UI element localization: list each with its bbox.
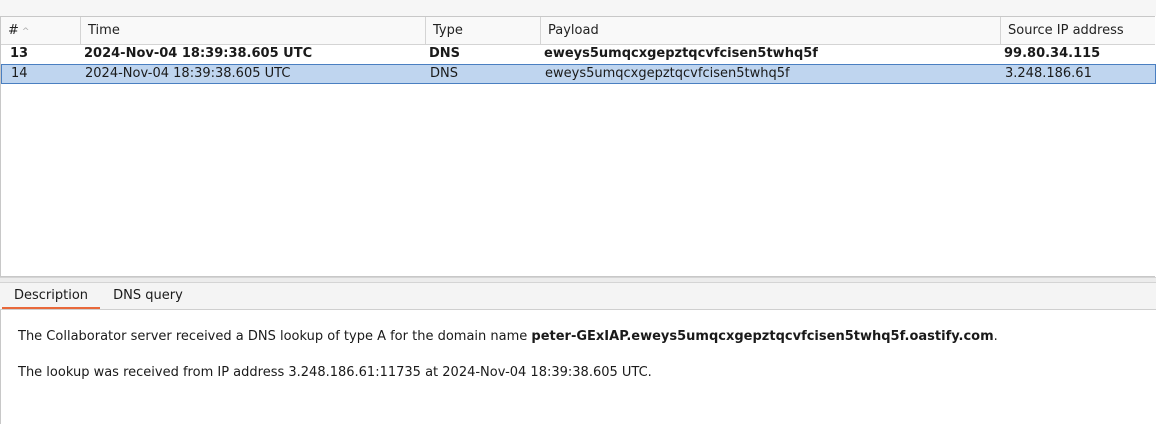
cell-number: 13: [10, 46, 29, 61]
description-line-2: The lookup was received from IP address …: [18, 365, 652, 380]
table-header: # ^ Time Type Payload Source IP address: [1, 17, 1155, 45]
sort-ascending-icon: ^: [21, 27, 30, 37]
cell-type: DNS: [429, 46, 461, 61]
domain-name: peter-GExIAP.eweys5umqcxgepztqcvfcisen5t…: [531, 329, 994, 344]
cell-payload: eweys5umqcxgepztqcvfcisen5twhq5f: [544, 46, 818, 61]
column-header-label: Source IP address: [1008, 23, 1124, 38]
description-line-1: The Collaborator server received a DNS l…: [18, 329, 998, 344]
column-header-label: Payload: [548, 23, 599, 38]
interactions-table: # ^ Time Type Payload Source IP address 1…: [0, 16, 1156, 277]
top-strip: [0, 0, 1156, 16]
column-header-source-ip[interactable]: Source IP address: [1001, 17, 1156, 44]
cell-number: 14: [11, 66, 28, 81]
cell-time: 2024-Nov-04 18:39:38.605 UTC: [85, 66, 291, 81]
cell-type: DNS: [430, 66, 458, 81]
column-header-type[interactable]: Type: [426, 17, 541, 44]
column-header-payload[interactable]: Payload: [541, 17, 1001, 44]
table-row-selected[interactable]: 14 2024-Nov-04 18:39:38.605 UTC DNS ewey…: [1, 64, 1156, 84]
tab-label: DNS query: [113, 288, 183, 303]
column-header-label: #: [8, 23, 19, 38]
cell-source-ip: 3.248.186.61: [1005, 66, 1092, 81]
tab-dns-query[interactable]: DNS query: [104, 283, 192, 309]
description-panel: The Collaborator server received a DNS l…: [0, 310, 1156, 424]
cell-payload: eweys5umqcxgepztqcvfcisen5twhq5f: [545, 66, 790, 81]
table-row[interactable]: 13 2024-Nov-04 18:39:38.605 UTC DNS ewey…: [1, 44, 1156, 64]
tab-label: Description: [13, 288, 89, 303]
tab-description[interactable]: Description: [2, 283, 100, 309]
description-text: .: [993, 329, 998, 344]
column-header-time[interactable]: Time: [81, 17, 426, 44]
description-text: The Collaborator server received a DNS l…: [18, 329, 532, 344]
column-header-label: Time: [88, 23, 120, 38]
column-header-number[interactable]: # ^: [1, 17, 81, 44]
cell-time: 2024-Nov-04 18:39:38.605 UTC: [84, 46, 313, 61]
column-header-label: Type: [433, 23, 463, 38]
detail-tabs: Description DNS query: [0, 283, 1156, 310]
cell-source-ip: 99.80.34.115: [1004, 46, 1101, 61]
description-text: The lookup was received from IP address …: [18, 365, 652, 380]
